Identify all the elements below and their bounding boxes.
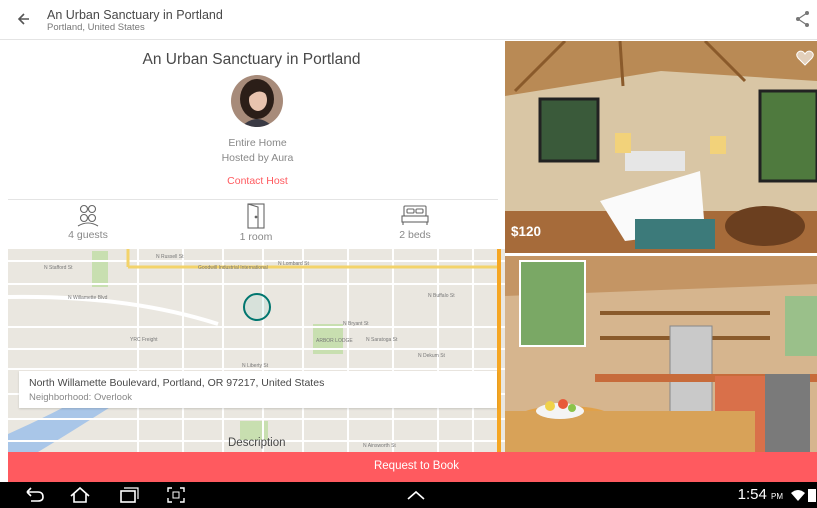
address-text: North Willamette Boulevard, Portland, OR… [29,377,325,389]
contact-host-link[interactable]: Contact Host [0,175,515,187]
map-label: N Saratoga St [366,337,398,343]
listing-summary: An Urban Sanctuary in Portland Entire Ho… [0,41,503,249]
recents-nav-icon[interactable] [116,486,140,504]
chevron-up-icon[interactable] [404,486,428,504]
map-label: N Dekum St [418,353,446,359]
divider [8,199,498,200]
listing-title: An Urban Sanctuary in Portland [142,51,361,68]
wifi-icon [791,490,805,501]
map-label: N Russell St [156,254,184,260]
map-label: N Liberty St [242,363,269,369]
home-nav-icon[interactable] [68,486,92,504]
request-to-book-button[interactable]: Request to Book [8,452,817,482]
listing-photo-kitchen[interactable] [505,256,817,452]
host-name: Hosted by Aura [221,152,294,164]
amenity-beds-label: 2 beds [399,229,431,241]
screenshot-nav-icon[interactable] [165,486,187,504]
neighborhood-text: Neighborhood: Overlook [29,392,132,403]
guests-icon [77,204,99,227]
map-label: N Lombard St [278,261,309,267]
clock-ampm: PM [771,492,783,501]
request-to-book-label: Request to Book [373,460,460,472]
share-icon[interactable] [793,9,813,29]
room-type: Entire Home [228,137,287,149]
map-label: N Willamette Blvd [68,295,108,301]
listing-photo-bedroom[interactable] [505,41,817,253]
map-label: ARBOR LODGE [316,338,353,344]
system-nav-bar: 1:54 PM [0,482,817,508]
battery-icon [808,489,816,502]
amenity-rooms-label: 1 room [239,231,273,243]
map-label: N Ainsworth St [363,443,396,449]
location-map[interactable]: N Russell St N Stafford St N Lombard St … [8,249,505,452]
map-label: N Buffalo St [428,293,455,299]
clock-time: 1:54 [737,486,767,503]
address-card: North Willamette Boulevard, Portland, OR… [19,371,497,408]
amenity-beds: 2 beds [360,203,470,241]
header-title-block: An Urban Sanctuary in Portland Portland,… [47,8,223,34]
header-title: An Urban Sanctuary in Portland [47,8,223,22]
back-arrow-icon[interactable] [14,8,36,30]
amenity-guests-label: 4 guests [68,229,108,241]
door-icon [247,203,265,229]
header-subtitle: Portland, United States [47,22,145,33]
back-nav-icon[interactable] [22,486,46,504]
map-label: N Stafford St [44,265,73,271]
map-label: YRC Freight [130,337,158,343]
map-label: N Bryant St [343,321,369,327]
host-avatar[interactable] [231,75,283,127]
bed-icon [401,205,429,225]
map-label: Goodwill Industrial International [198,265,268,271]
status-clock: 1:54 PM [738,486,783,503]
app-bar: An Urban Sanctuary in Portland Portland,… [0,0,817,40]
amenity-rooms: 1 room [201,203,311,243]
price-label: $120 [511,224,542,239]
description-heading: Description [228,437,286,449]
amenity-guests: 4 guests [33,203,143,241]
heart-icon[interactable] [796,50,814,66]
